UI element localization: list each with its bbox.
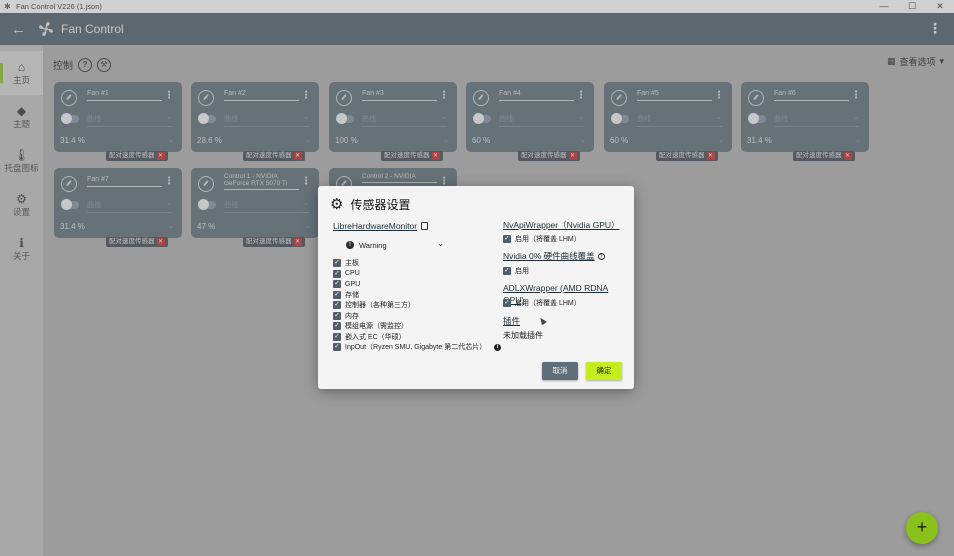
help-icon[interactable]: ? [597,252,605,260]
checkbox-nvidia-0-enable[interactable]: ✓ 启用 [503,266,529,277]
checkbox-cpu[interactable]: ✓ CPU [333,269,501,280]
checkbox-adlx-enable[interactable]: ✓ 启用（将覆盖 LHM） [503,298,581,309]
checkbox-checked-icon: ✓ [333,280,341,289]
checkbox-label: 嵌入式 EC（华硕） [345,333,406,341]
checkbox-checked-icon: ✓ [333,311,341,320]
checkbox-checked-icon: ✓ [333,301,341,310]
checkbox-inpout[interactable]: ✓ InpOut（Ryzen SMU, Gigabyte 第二代芯片） i [333,342,502,353]
checkbox-embedded-ec[interactable]: ✓ 嵌入式 EC（华硕） [333,332,501,343]
add-button[interactable]: + [906,512,938,544]
info-icon[interactable]: i [494,343,502,351]
log-level-value: Warning [359,240,387,250]
checkbox-label: 存储 [345,291,359,299]
checkbox-checked-icon: ✓ [333,290,341,299]
checkbox-controller[interactable]: ✓ 控制器（各种第三方） [333,300,501,311]
checkbox-checked-icon: ✓ [333,332,341,341]
chevron-down-icon: ⌄ [437,239,444,248]
checkbox-label: CPU [345,270,360,278]
checkbox-checked-icon: ✓ [503,235,511,244]
ok-button[interactable]: 确定 [586,362,622,380]
checkbox-label: 模组电源（需监控） [345,323,408,331]
dialog-title: 传感器设置 [350,198,411,212]
lhm-options-list: ✓ 主板 ✓ CPU ✓ GPU ✓ 存储 ✓ 控制器（各种第三方） ✓ 内存 ✓ 模组电源（… [333,258,502,353]
nvidia-0-curve-link[interactable]: Nvidia 0% 硬件曲线覆盖 [503,251,595,261]
checkbox-label: InpOut（Ryzen SMU, Gigabyte 第二代芯片） [345,344,487,352]
plugins-link[interactable]: 插件 [503,316,520,326]
checkbox-gpu[interactable]: ✓ GPU [333,279,501,290]
checkbox-checked-icon: ✓ [333,322,341,331]
cancel-button[interactable]: 取消 [542,362,578,380]
checkbox-label: 内存 [345,312,359,320]
checkbox-psu[interactable]: ✓ 模组电源（需监控） [333,321,501,332]
dialog-header: ⚙ 传感器设置 [330,196,410,213]
checkbox-nvapi-enable[interactable]: ✓ 启用（将覆盖 LHM） [503,234,581,245]
sensor-settings-dialog: ⚙ 传感器设置 LibreHardwareMonitor ! Warning ⌄… [318,186,634,389]
checkbox-label: 启用 [515,268,529,276]
checkbox-label: 控制器（各种第三方） [345,302,415,310]
checkbox-label: 启用（将覆盖 LHM） [515,300,581,308]
lhm-header: LibreHardwareMonitor [333,221,429,231]
checkbox-checked-icon: ✓ [503,267,511,276]
checkbox-checked-icon: ✓ [333,343,341,352]
copy-icon[interactable] [421,222,429,230]
lhm-link[interactable]: LibreHardwareMonitor [333,221,417,231]
checkbox-motherboard[interactable]: ✓ 主板 [333,258,501,269]
nvapi-link[interactable]: NvApiWrapper（Nvidia GPU） [503,220,620,230]
checkbox-label: 主板 [345,260,359,268]
gear-icon: ⚙ [330,196,344,213]
no-plugins-text: 未加载插件 [503,331,543,340]
checkbox-checked-icon: ✓ [503,299,511,308]
checkbox-label: 启用（将覆盖 LHM） [515,236,581,244]
checkbox-storage[interactable]: ✓ 存储 [333,290,501,301]
checkbox-memory[interactable]: ✓ 内存 [333,311,501,322]
checkbox-checked-icon: ✓ [333,259,341,268]
checkbox-checked-icon: ✓ [333,269,341,278]
log-level-select[interactable]: ! Warning ⌄ [346,239,444,251]
checkbox-label: GPU [345,280,361,288]
warning-icon: ! [346,241,354,249]
